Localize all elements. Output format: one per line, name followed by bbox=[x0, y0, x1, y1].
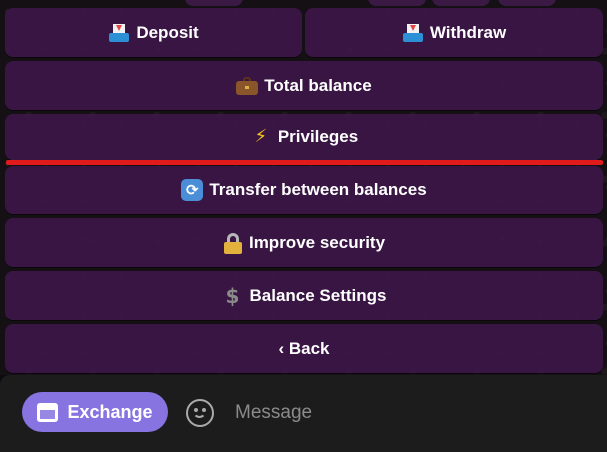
window-icon bbox=[37, 402, 59, 422]
improve-security-button[interactable]: Improve security bbox=[5, 218, 603, 267]
back-button[interactable]: ‹ Back bbox=[5, 324, 603, 373]
dollar-sign-icon: $ bbox=[225, 283, 240, 308]
improve-security-label: Improve security bbox=[248, 232, 386, 252]
deposit-button[interactable]: Deposit bbox=[5, 8, 302, 57]
deposit-label: Deposit bbox=[136, 22, 199, 42]
transfer-button[interactable]: ⟳ Transfer between balances bbox=[5, 166, 603, 214]
message-input[interactable] bbox=[235, 394, 595, 432]
partial-button[interactable] bbox=[432, 0, 490, 6]
lightning-icon: ⚡ bbox=[254, 126, 268, 147]
balance-settings-label: Balance Settings bbox=[249, 285, 387, 305]
partial-button[interactable] bbox=[368, 0, 426, 6]
withdraw-label: Withdraw bbox=[429, 22, 507, 42]
inbox-tray-icon bbox=[402, 23, 424, 43]
privileges-label: Privileges bbox=[277, 127, 359, 146]
highlight-underline bbox=[6, 160, 603, 165]
total-balance-button[interactable]: Total balance bbox=[5, 61, 603, 110]
briefcase-icon bbox=[236, 76, 259, 95]
sync-arrows-icon: ⟳ bbox=[181, 179, 204, 201]
back-label: ‹ Back bbox=[278, 338, 330, 358]
inbox-tray-icon bbox=[108, 23, 130, 43]
total-balance-label: Total balance bbox=[264, 75, 372, 95]
transfer-label: Transfer between balances bbox=[209, 180, 427, 199]
balance-settings-button[interactable]: $ Balance Settings bbox=[5, 271, 603, 320]
lock-icon bbox=[223, 232, 243, 254]
partial-button[interactable] bbox=[185, 0, 243, 6]
smile-icon[interactable] bbox=[186, 399, 214, 427]
withdraw-button[interactable]: Withdraw bbox=[305, 8, 603, 57]
exchange-button[interactable]: Exchange bbox=[22, 392, 168, 432]
privileges-button[interactable]: ⚡ Privileges bbox=[5, 114, 603, 160]
exchange-label: Exchange bbox=[67, 401, 153, 422]
partial-button[interactable] bbox=[498, 0, 556, 6]
